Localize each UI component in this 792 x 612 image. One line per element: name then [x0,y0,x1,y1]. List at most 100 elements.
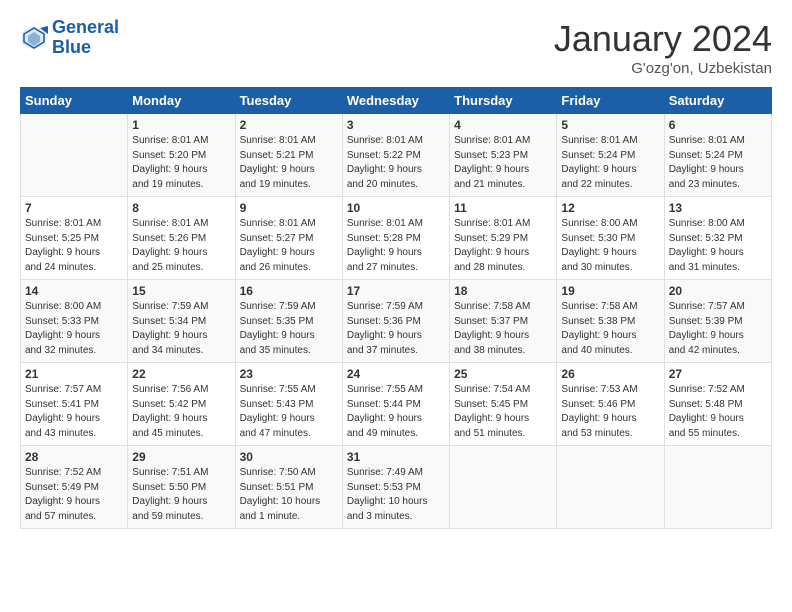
day-info: Sunrise: 8:00 AMSunset: 5:30 PMDaylight:… [561,217,659,275]
calendar-cell: 6 Sunrise: 8:01 AMSunset: 5:24 PMDaylight… [664,114,771,197]
calendar-cell [21,114,128,197]
calendar-cell: 2Sunrise: 8:01 AMSunset: 5:21 PMDaylight… [235,114,342,197]
day-number: 6 [669,118,767,132]
day-info: Sunrise: 8:01 AMSunset: 5:20 PMDaylight:… [132,134,230,192]
location: G'ozg'on, Uzbekistan [554,60,772,77]
logo-blue: Blue [52,37,91,57]
day-info: Sunrise: 7:57 AMSunset: 5:41 PMDaylight:… [25,383,123,441]
day-info: Sunrise: 7:58 AMSunset: 5:37 PMDaylight:… [454,300,552,358]
calendar-cell: 12Sunrise: 8:00 AMSunset: 5:30 PMDayligh… [557,197,664,280]
page-container: General Blue January 2024 G'ozg'on, Uzbe… [0,0,792,539]
calendar-cell [557,446,664,529]
calendar-cell: 4Sunrise: 8:01 AMSunset: 5:23 PMDaylight… [450,114,557,197]
day-number: 28 [25,450,123,464]
calendar-week-3: 21 Sunrise: 7:57 AMSunset: 5:41 PMDayligh… [21,363,772,446]
calendar-cell [664,446,771,529]
col-friday: Friday [557,88,664,114]
calendar-week-2: 14 Sunrise: 8:00 AMSunset: 5:33 PMDayligh… [21,280,772,363]
calendar-cell: 21 Sunrise: 7:57 AMSunset: 5:41 PMDayligh… [21,363,128,446]
day-number: 14 [25,284,123,298]
day-number: 8 [132,201,230,215]
day-number: 29 [132,450,230,464]
day-info: Sunrise: 8:01 AMSunset: 5:21 PMDaylight:… [240,134,338,192]
day-info: Sunrise: 7:59 AMSunset: 5:34 PMDaylight:… [132,300,230,358]
title-area: January 2024 G'ozg'on, Uzbekistan [554,18,772,77]
day-number: 22 [132,367,230,381]
header: General Blue January 2024 G'ozg'on, Uzbe… [20,18,772,77]
day-info: Sunrise: 8:01 AMSunset: 5:24 PMDaylight:… [669,134,767,192]
day-number: 26 [561,367,659,381]
calendar-cell [450,446,557,529]
calendar-cell: 5 Sunrise: 8:01 AMSunset: 5:24 PMDaylight… [557,114,664,197]
day-info: Sunrise: 7:55 AMSunset: 5:43 PMDaylight:… [240,383,338,441]
day-info: Sunrise: 7:56 AMSunset: 5:42 PMDaylight:… [132,383,230,441]
day-info: Sunrise: 8:01 AMSunset: 5:24 PMDaylight:… [561,134,659,192]
day-info: Sunrise: 8:01 AMSunset: 5:28 PMDaylight:… [347,217,445,275]
day-info: Sunrise: 8:00 AMSunset: 5:32 PMDaylight:… [669,217,767,275]
calendar-cell: 14 Sunrise: 8:00 AMSunset: 5:33 PMDayligh… [21,280,128,363]
calendar-cell: 24 Sunrise: 7:55 AMSunset: 5:44 PMDayligh… [342,363,449,446]
day-number: 19 [561,284,659,298]
day-info: Sunrise: 7:58 AMSunset: 5:38 PMDaylight:… [561,300,659,358]
day-info: Sunrise: 8:01 AMSunset: 5:26 PMDaylight:… [132,217,230,275]
day-number: 10 [347,201,445,215]
day-number: 25 [454,367,552,381]
day-info: Sunrise: 7:59 AMSunset: 5:35 PMDaylight:… [240,300,338,358]
calendar-cell: 28Sunrise: 7:52 AMSunset: 5:49 PMDayligh… [21,446,128,529]
calendar-cell: 19 Sunrise: 7:58 AMSunset: 5:38 PMDayligh… [557,280,664,363]
calendar-week-4: 28Sunrise: 7:52 AMSunset: 5:49 PMDayligh… [21,446,772,529]
header-row: Sunday Monday Tuesday Wednesday Thursday… [21,88,772,114]
day-info: Sunrise: 7:52 AMSunset: 5:48 PMDaylight:… [669,383,767,441]
day-info: Sunrise: 8:01 AMSunset: 5:25 PMDaylight:… [25,217,123,275]
logo-icon [20,24,48,52]
calendar-week-0: 1 Sunrise: 8:01 AMSunset: 5:20 PMDaylight… [21,114,772,197]
day-info: Sunrise: 7:55 AMSunset: 5:44 PMDaylight:… [347,383,445,441]
col-thursday: Thursday [450,88,557,114]
calendar-cell: 31 Sunrise: 7:49 AMSunset: 5:53 PMDayligh… [342,446,449,529]
calendar-cell: 15 Sunrise: 7:59 AMSunset: 5:34 PMDayligh… [128,280,235,363]
day-info: Sunrise: 8:01 AMSunset: 5:27 PMDaylight:… [240,217,338,275]
day-number: 30 [240,450,338,464]
day-number: 18 [454,284,552,298]
month-title: January 2024 [554,18,772,60]
calendar-cell: 13 Sunrise: 8:00 AMSunset: 5:32 PMDayligh… [664,197,771,280]
day-info: Sunrise: 8:00 AMSunset: 5:33 PMDaylight:… [25,300,123,358]
col-wednesday: Wednesday [342,88,449,114]
calendar-cell: 11 Sunrise: 8:01 AMSunset: 5:29 PMDayligh… [450,197,557,280]
day-info: Sunrise: 7:51 AMSunset: 5:50 PMDaylight:… [132,466,230,524]
day-info: Sunrise: 8:01 AMSunset: 5:22 PMDaylight:… [347,134,445,192]
calendar-cell: 25 Sunrise: 7:54 AMSunset: 5:45 PMDayligh… [450,363,557,446]
calendar-cell: 22 Sunrise: 7:56 AMSunset: 5:42 PMDayligh… [128,363,235,446]
calendar-cell: 20Sunrise: 7:57 AMSunset: 5:39 PMDayligh… [664,280,771,363]
day-number: 31 [347,450,445,464]
calendar-cell: 1 Sunrise: 8:01 AMSunset: 5:20 PMDaylight… [128,114,235,197]
col-saturday: Saturday [664,88,771,114]
day-info: Sunrise: 8:01 AMSunset: 5:23 PMDaylight:… [454,134,552,192]
calendar-cell: 29 Sunrise: 7:51 AMSunset: 5:50 PMDayligh… [128,446,235,529]
day-number: 13 [669,201,767,215]
calendar-cell: 17Sunrise: 7:59 AMSunset: 5:36 PMDayligh… [342,280,449,363]
day-number: 11 [454,201,552,215]
day-number: 15 [132,284,230,298]
calendar-cell: 3Sunrise: 8:01 AMSunset: 5:22 PMDaylight… [342,114,449,197]
day-number: 20 [669,284,767,298]
calendar-cell: 10 Sunrise: 8:01 AMSunset: 5:28 PMDayligh… [342,197,449,280]
day-number: 21 [25,367,123,381]
calendar-cell: 7Sunrise: 8:01 AMSunset: 5:25 PMDaylight… [21,197,128,280]
day-info: Sunrise: 7:49 AMSunset: 5:53 PMDaylight:… [347,466,445,524]
day-number: 24 [347,367,445,381]
calendar-week-1: 7Sunrise: 8:01 AMSunset: 5:25 PMDaylight… [21,197,772,280]
day-info: Sunrise: 7:59 AMSunset: 5:36 PMDaylight:… [347,300,445,358]
calendar-cell: 16 Sunrise: 7:59 AMSunset: 5:35 PMDayligh… [235,280,342,363]
day-number: 16 [240,284,338,298]
calendar-cell: 18 Sunrise: 7:58 AMSunset: 5:37 PMDayligh… [450,280,557,363]
day-info: Sunrise: 7:53 AMSunset: 5:46 PMDaylight:… [561,383,659,441]
col-monday: Monday [128,88,235,114]
day-number: 9 [240,201,338,215]
day-number: 1 [132,118,230,132]
calendar-cell: 9 Sunrise: 8:01 AMSunset: 5:27 PMDaylight… [235,197,342,280]
day-info: Sunrise: 8:01 AMSunset: 5:29 PMDaylight:… [454,217,552,275]
day-number: 23 [240,367,338,381]
day-number: 5 [561,118,659,132]
day-info: Sunrise: 7:54 AMSunset: 5:45 PMDaylight:… [454,383,552,441]
